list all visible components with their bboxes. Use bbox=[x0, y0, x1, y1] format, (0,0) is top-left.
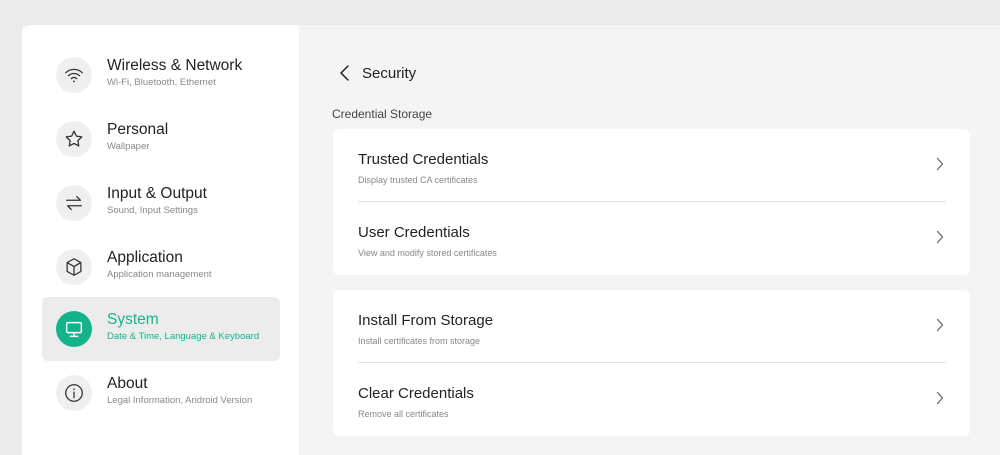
star-icon bbox=[56, 121, 92, 157]
clear-credentials-row[interactable]: Clear Credentials Remove all certificate… bbox=[333, 363, 970, 436]
row-subtitle: Display trusted CA certificates bbox=[358, 175, 478, 185]
wifi-icon bbox=[56, 57, 92, 93]
sidebar-item-system[interactable]: System Date & Time, Language & Keyboard bbox=[42, 297, 280, 361]
sidebar-item-about[interactable]: About Legal Information, Android Version bbox=[42, 361, 280, 425]
sidebar-item-title: About bbox=[107, 375, 148, 392]
row-subtitle: Install certificates from storage bbox=[358, 336, 481, 346]
sidebar-item-wireless-network[interactable]: Wireless & Network Wi-Fi, Bluetooth, Eth… bbox=[42, 43, 280, 107]
sidebar-item-title: Wireless & Network bbox=[107, 57, 243, 74]
sidebar-item-subtitle: Wallpaper bbox=[107, 141, 150, 152]
page-title: Security bbox=[362, 64, 417, 82]
sidebar: Wireless & Network Wi-Fi, Bluetooth, Eth… bbox=[22, 25, 299, 455]
monitor-icon bbox=[56, 311, 92, 347]
row-title: Trusted Credentials bbox=[358, 151, 489, 168]
sidebar-item-subtitle: Legal Information, Android Version bbox=[107, 395, 253, 406]
row-title: User Credentials bbox=[358, 224, 470, 241]
chevron-right-icon bbox=[936, 391, 944, 405]
back-button[interactable]: Security bbox=[338, 60, 416, 86]
trusted-credentials-row[interactable]: Trusted Credentials Display trusted CA c… bbox=[333, 129, 970, 202]
sidebar-item-title: Application bbox=[107, 249, 183, 266]
row-subtitle: View and modify stored certificates bbox=[358, 248, 497, 258]
chevron-right-icon bbox=[936, 157, 944, 171]
row-title: Install From Storage bbox=[358, 312, 494, 329]
sidebar-item-subtitle: Application management bbox=[107, 269, 212, 280]
sidebar-item-subtitle: Sound, Input Settings bbox=[107, 205, 198, 216]
row-subtitle: Remove all certificates bbox=[358, 409, 449, 419]
sidebar-item-personal[interactable]: Personal Wallpaper bbox=[42, 107, 280, 171]
sidebar-item-subtitle: Date & Time, Language & Keyboard bbox=[107, 331, 260, 342]
chevron-left-icon bbox=[340, 65, 349, 81]
sidebar-item-input-output[interactable]: Input & Output Sound, Input Settings bbox=[42, 171, 280, 235]
sidebar-item-subtitle: Wi-Fi, Bluetooth, Ethernet bbox=[107, 77, 216, 88]
chevron-right-icon bbox=[936, 230, 944, 244]
swap-arrows-icon bbox=[56, 185, 92, 221]
user-credentials-row[interactable]: User Credentials View and modify stored … bbox=[333, 202, 970, 275]
sidebar-item-title: System bbox=[107, 311, 159, 328]
row-title: Clear Credentials bbox=[358, 385, 474, 402]
cube-icon bbox=[56, 249, 92, 285]
install-from-storage-row[interactable]: Install From Storage Install certificate… bbox=[333, 290, 970, 363]
sidebar-item-title: Input & Output bbox=[107, 185, 207, 202]
info-icon bbox=[56, 375, 92, 411]
chevron-right-icon bbox=[936, 318, 944, 332]
sidebar-item-application[interactable]: Application Application management bbox=[42, 235, 280, 299]
section-label: Credential Storage bbox=[332, 107, 433, 121]
sidebar-item-title: Personal bbox=[107, 121, 169, 138]
storage-card: Install From Storage Install certificate… bbox=[333, 290, 970, 436]
credentials-card: Trusted Credentials Display trusted CA c… bbox=[333, 129, 970, 275]
